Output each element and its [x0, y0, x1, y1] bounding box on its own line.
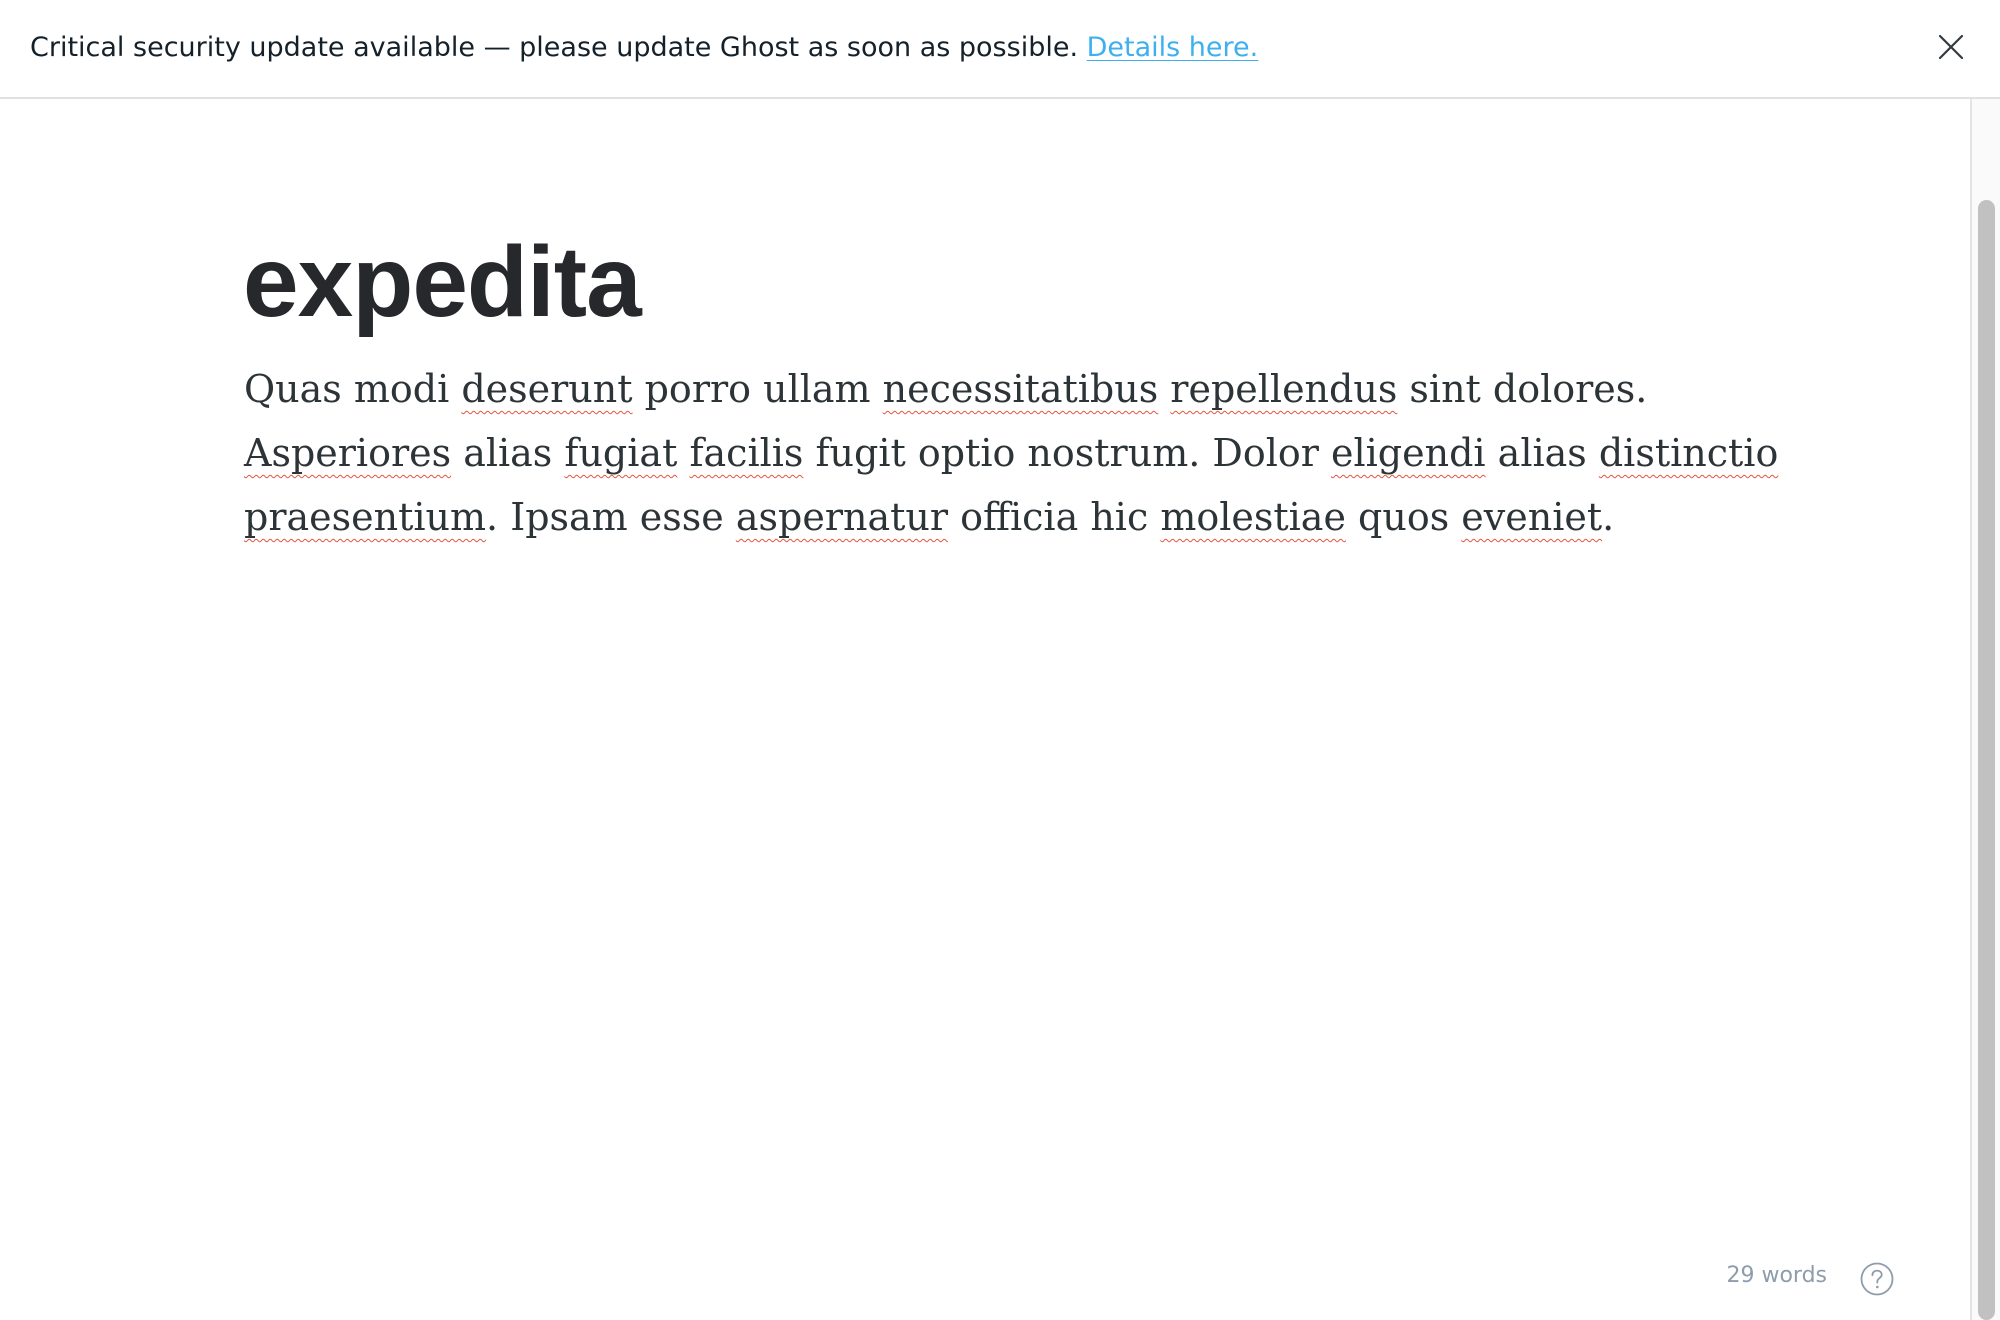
body-text: [1158, 367, 1170, 411]
misspelled-word: facilis: [689, 431, 804, 475]
word-count: 29 words: [1726, 1263, 1827, 1288]
banner-message: Critical security update available — ple…: [30, 32, 1079, 63]
body-text: sint dolores.: [1397, 367, 1648, 411]
body-text: alias: [1485, 431, 1599, 475]
misspelled-word: necessitatibus: [882, 367, 1159, 411]
body-text: fugit optio nostrum. Dolor: [803, 431, 1332, 475]
misspelled-word: eveniet: [1461, 495, 1603, 539]
body-text: .: [1602, 495, 1615, 539]
post-editor[interactable]: expedita Quas modi deserunt porro ullam …: [0, 99, 1970, 1320]
help-icon[interactable]: [1859, 1261, 1895, 1297]
close-icon[interactable]: [1934, 30, 1968, 64]
body-text: porro ullam: [632, 367, 883, 411]
body-text: quos: [1345, 495, 1462, 539]
misspelled-word: repellendus: [1170, 367, 1398, 411]
scrollbar-thumb[interactable]: [1978, 200, 1995, 1320]
misspelled-word: Asperiores: [244, 431, 452, 475]
misspelled-word: molestiae: [1160, 495, 1346, 539]
body-text: . Ipsam esse: [486, 495, 736, 539]
body-line: Quas modi deserunt porro ullam necessita…: [244, 357, 1684, 421]
security-update-banner: Critical security update available — ple…: [0, 0, 2000, 99]
misspelled-word: deserunt: [461, 367, 633, 411]
body-line: praesentium. Ipsam esse aspernatur offic…: [244, 485, 1684, 549]
post-title-input[interactable]: expedita: [243, 222, 642, 342]
misspelled-word: praesentium: [244, 495, 487, 539]
post-body-editor[interactable]: Quas modi deserunt porro ullam necessita…: [244, 357, 1778, 549]
body-text: alias: [451, 431, 565, 475]
misspelled-word: eligendi: [1331, 431, 1486, 475]
misspelled-word: fugiat: [564, 431, 678, 475]
body-text: officia hic: [948, 495, 1161, 539]
body-text: [677, 431, 689, 475]
body-line: Asperiores alias fugiat facilis fugit op…: [244, 421, 1778, 485]
misspelled-word: distinctio: [1598, 431, 1779, 475]
misspelled-word: aspernatur: [735, 495, 949, 539]
scrollbar[interactable]: [1970, 99, 2000, 1320]
body-text: Quas modi: [244, 367, 462, 411]
details-link[interactable]: Details here.: [1087, 32, 1259, 63]
banner-message-row: Critical security update available — ple…: [30, 30, 1258, 66]
